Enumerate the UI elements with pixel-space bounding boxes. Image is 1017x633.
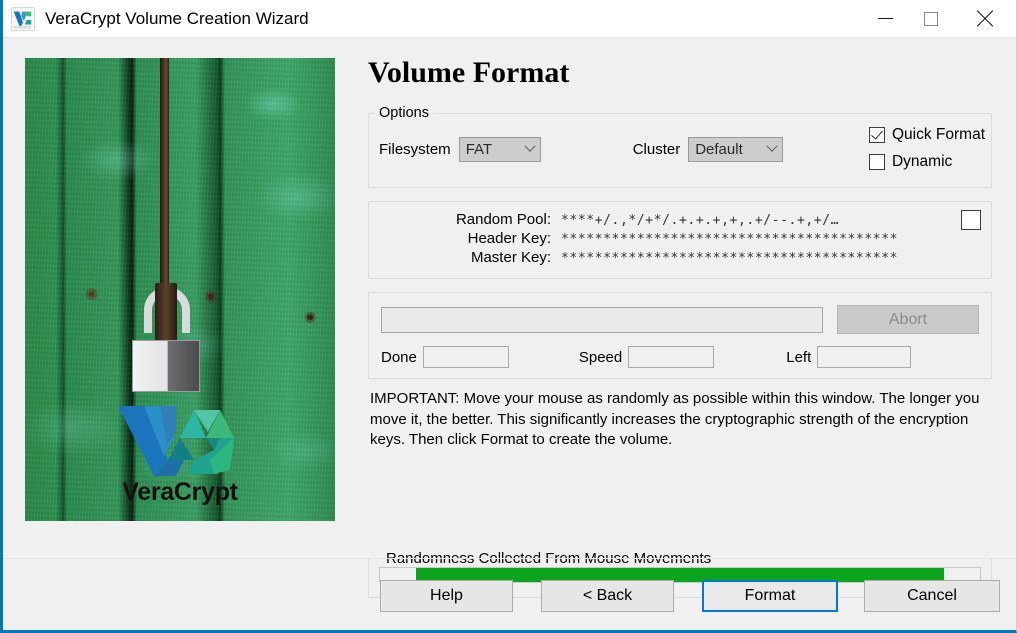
filesystem-value: FAT	[465, 140, 493, 158]
veracrypt-icon	[11, 6, 35, 31]
maximize-icon	[924, 11, 938, 26]
footer-divider	[3, 558, 1016, 559]
master-key-row: Master Key: ****************************…	[379, 249, 981, 268]
close-icon	[974, 8, 996, 30]
help-button[interactable]: Help	[380, 580, 513, 612]
options-group: Options Filesystem FAT Cluster Default Q…	[368, 105, 992, 188]
random-pool-label: Random Pool:	[455, 211, 551, 228]
random-pool-value: ****+/.,*/+*/.+.+.+,+,.+/--.+,+/…	[561, 213, 840, 228]
minimize-button[interactable]	[862, 0, 908, 37]
logo-text-crypt: Crypt	[173, 478, 238, 506]
cluster-select[interactable]: Default	[688, 136, 784, 162]
logo-text-vera: Vera	[122, 478, 174, 506]
back-button[interactable]: < Back	[541, 580, 674, 612]
options-row: Filesystem FAT Cluster Default Quick For…	[369, 121, 991, 187]
header-key-label: Header Key:	[467, 230, 551, 247]
quick-format-label: Quick Format	[891, 126, 985, 143]
cancel-button[interactable]: Cancel	[864, 580, 1000, 612]
filesystem-select[interactable]: FAT	[458, 136, 541, 162]
wizard-banner-image: VeraCrypt	[25, 58, 335, 521]
veracrypt-logo-text: VeraCrypt	[96, 480, 264, 505]
speed-label: Speed	[578, 348, 623, 366]
format-button[interactable]: Format	[702, 580, 838, 612]
random-pool-row: Random Pool: ****+/.,*/+*/.+.+.+,+,.+/--…	[379, 211, 981, 230]
chevron-down-icon	[762, 140, 782, 153]
cluster-label: Cluster	[632, 140, 681, 158]
progress-top-row: Abort	[381, 305, 979, 334]
left-label: Left	[786, 348, 812, 366]
page-title: Volume Format	[368, 56, 570, 89]
wizard-content: VeraCrypt Volume Format Options Filesyst…	[3, 38, 1016, 598]
chevron-down-icon	[520, 140, 540, 153]
header-key-value: ****************************************	[561, 232, 899, 247]
header-key-row: Header Key: ****************************…	[379, 230, 981, 249]
filesystem-label: Filesystem	[379, 140, 451, 158]
speed-value	[628, 346, 715, 368]
quick-format-row[interactable]: Quick Format	[868, 123, 985, 147]
wizard-pane: Volume Format Options Filesystem FAT Clu…	[368, 56, 992, 451]
done-label: Done	[381, 348, 417, 366]
progress-stats-row: Done Speed Left	[381, 346, 979, 368]
close-button[interactable]	[954, 0, 1016, 37]
dynamic-row[interactable]: Dynamic	[868, 150, 985, 174]
important-instructions: IMPORTANT: Move your mouse as randomly a…	[370, 390, 980, 449]
cluster-value: Default	[695, 140, 743, 158]
minimize-icon	[877, 18, 893, 19]
wizard-footer: Help < Back Format Cancel	[3, 558, 1016, 630]
left-value	[817, 346, 912, 368]
window-title: VeraCrypt Volume Creation Wizard	[45, 8, 309, 28]
master-key-label: Master Key:	[470, 249, 551, 266]
dynamic-checkbox[interactable]	[868, 154, 885, 170]
abort-button[interactable]: Abort	[837, 305, 979, 334]
dynamic-label: Dynamic	[891, 153, 953, 170]
keys-group: Random Pool: ****+/.,*/+*/.+.+.+,+,.+/--…	[368, 201, 992, 279]
display-keys-checkbox[interactable]	[961, 210, 981, 230]
veracrypt-logo-mark	[118, 406, 234, 476]
maximize-button[interactable]	[908, 0, 954, 37]
done-value	[422, 346, 509, 368]
veracrypt-wizard-window: VeraCrypt Volume Creation Wizard VeraCry…	[0, 0, 1017, 633]
veracrypt-logo: VeraCrypt	[96, 404, 264, 505]
format-options-checkboxes: Quick Format Dynamic	[868, 123, 985, 177]
format-progress-bar	[381, 306, 823, 333]
master-key-value: ****************************************	[561, 251, 899, 266]
progress-group: Abort Done Speed Left	[368, 292, 992, 379]
padlock-body-icon	[131, 340, 200, 393]
quick-format-checkbox[interactable]	[868, 127, 885, 143]
options-legend: Options	[379, 105, 429, 121]
title-bar: VeraCrypt Volume Creation Wizard	[3, 0, 1016, 38]
